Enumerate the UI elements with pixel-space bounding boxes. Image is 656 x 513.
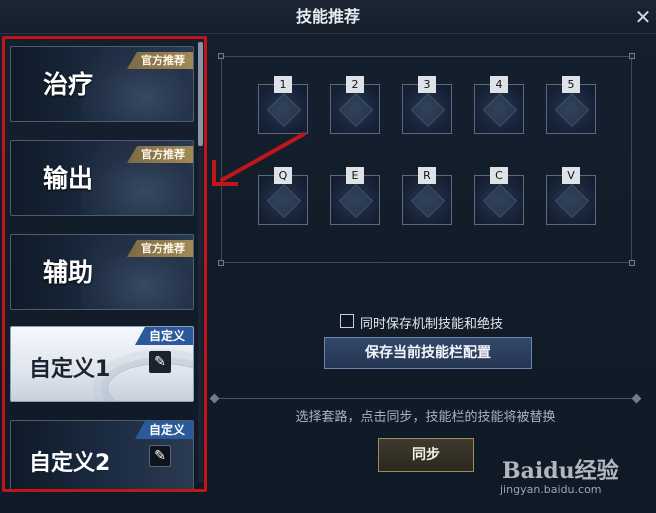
sync-hint: 选择套路，点击同步，技能栏的技能将被替换 (295, 410, 556, 425)
corner-ornament (629, 53, 635, 59)
window-title: 技能推荐 (295, 7, 360, 26)
divider-ornament (631, 393, 642, 404)
preset-list: 官方推荐 治疗 官方推荐 输出 官方推荐 辅助 自定义 自定义1 ✎ 自定义 自… (0, 40, 212, 492)
annotation-arrow (212, 132, 306, 186)
watermark-logo: Baidu经验 (502, 458, 619, 484)
titlebar: 技能推荐 ✕ (0, 0, 656, 34)
empty-slot-emblem (339, 184, 373, 218)
official-tag: 官方推荐 (127, 146, 193, 163)
empty-slot-emblem (339, 93, 373, 127)
preset-name: 自定义1 (29, 357, 111, 382)
corner-ornament (629, 260, 635, 266)
watermark-url: jingyan.baidu.com (500, 483, 602, 496)
preset-card-custom2[interactable]: 自定义 自定义2 ✎ (10, 420, 194, 492)
official-tag: 官方推荐 (127, 240, 193, 257)
edit-icon[interactable]: ✎ (149, 445, 171, 467)
hotkey-label: 1 (274, 76, 292, 93)
official-tag: 官方推荐 (127, 52, 193, 69)
preset-card-support[interactable]: 官方推荐 辅助 (10, 234, 194, 310)
empty-slot-emblem (555, 93, 589, 127)
empty-slot-emblem (411, 184, 445, 218)
hotkey-label: 3 (418, 76, 436, 93)
hotkey-label: 2 (346, 76, 364, 93)
hotkey-label: 4 (490, 76, 508, 93)
hotkey-label: 5 (562, 76, 580, 93)
hotkey-label: E (346, 167, 364, 184)
custom-tag: 自定义 (134, 421, 193, 439)
scrollbar-thumb[interactable] (198, 42, 203, 146)
divider (209, 393, 642, 404)
preset-name: 辅助 (43, 258, 94, 287)
preset-name: 输出 (43, 164, 94, 193)
preset-name: 自定义2 (29, 451, 111, 476)
watermark: Baidu经验 jingyan.baidu.com (500, 453, 650, 505)
preset-card-heal[interactable]: 官方推荐 治疗 (10, 46, 194, 122)
custom-tag: 自定义 (134, 327, 193, 345)
hotkey-label: R (418, 167, 436, 184)
hotkey-label: C (490, 167, 508, 184)
preset-name: 治疗 (43, 70, 94, 99)
sync-button[interactable]: 同步 (378, 438, 474, 472)
save-config-button[interactable]: 保存当前技能栏配置 (324, 337, 532, 369)
empty-slot-emblem (267, 93, 301, 127)
empty-slot-emblem (411, 93, 445, 127)
edit-icon[interactable]: ✎ (149, 351, 171, 373)
preset-card-custom1[interactable]: 自定义 自定义1 ✎ (10, 326, 194, 402)
empty-slot-emblem (555, 184, 589, 218)
hotkey-label: V (562, 167, 580, 184)
close-icon[interactable]: ✕ (632, 6, 654, 28)
preset-card-dps[interactable]: 官方推荐 输出 (10, 140, 194, 216)
save-mechanics-checkbox[interactable] (340, 314, 354, 328)
checkbox-label: 同时保存机制技能和绝技 (360, 317, 504, 332)
corner-ornament (218, 53, 224, 59)
skill-recommend-window: 技能推荐 ✕ 官方推荐 治疗 官方推荐 输出 官方推荐 辅助 自定义 自定义1 … (0, 0, 656, 513)
corner-ornament (218, 260, 224, 266)
empty-slot-emblem (483, 184, 517, 218)
empty-slot-emblem (483, 93, 517, 127)
